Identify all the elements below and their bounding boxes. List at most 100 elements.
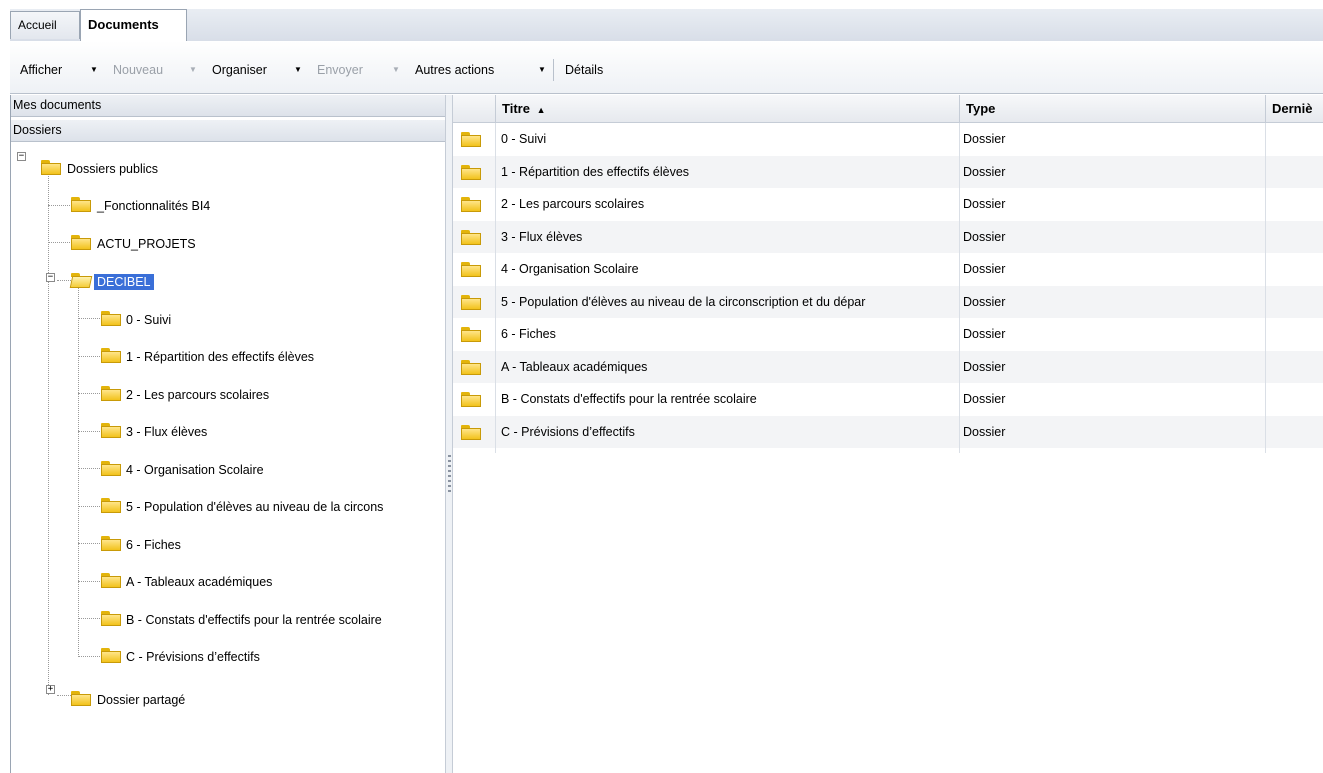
row-title[interactable]: 2 - Les parcours scolaires [501,188,957,220]
table-row[interactable]: 0 - Suivi Dossier [453,123,1323,155]
tree-item-actu-projets[interactable]: ACTU_PROJETS [94,234,199,256]
open-folder-icon [71,273,91,288]
tree-item-child[interactable]: 2 - Les parcours scolaires [123,385,272,407]
folder-icon [101,573,121,588]
folder-icon [461,262,481,277]
folder-icon [101,648,121,663]
folder-icon [101,423,121,438]
header-titre[interactable]: Titre ▲ [495,95,959,123]
folder-icon [461,294,481,310]
organiser-dropdown-icon[interactable]: ▼ [294,65,302,75]
collapse-toggle-public[interactable]: − [17,152,26,161]
table-row[interactable]: 3 - Flux élèves Dossier [453,220,1323,253]
tree-line-decibel [78,287,79,657]
folder-icon [461,132,481,147]
tab-documents[interactable]: Documents [80,9,187,41]
folder-icon [71,197,91,212]
tree-item-child[interactable]: B - Constats d'effectifs pour la rentrée… [123,610,446,632]
tree-item-dossier-partage[interactable]: Dossier partagé [94,690,188,712]
table-row[interactable]: 6 - Fiches Dossier [453,318,1323,350]
column-divider [495,123,496,453]
tree-item-decibel[interactable]: DECIBEL [94,272,154,294]
tree-line [78,431,102,432]
tree-line [78,318,102,319]
row-title[interactable]: 6 - Fiches [501,318,957,350]
afficher-dropdown-icon[interactable]: ▼ [90,65,98,75]
row-type: Dossier [963,294,1006,309]
table-row[interactable]: A - Tableaux académiques Dossier [453,350,1323,383]
row-title[interactable]: 1 - Répartition des effectifs élèves [501,156,957,188]
row-type: Dossier [963,392,1006,406]
row-title[interactable]: B - Constats d'effectifs pour la rentrée… [501,383,957,415]
list-header: Titre ▲ Type Derniè [453,95,1323,123]
row-title[interactable]: 5 - Population d'élèves au niveau de la … [501,286,957,318]
row-title[interactable]: C - Prévisions d’effectifs [501,416,957,448]
tree-line [48,242,72,243]
folder-icon [461,197,481,212]
tree-item-child[interactable]: C - Prévisions d’effectifs [123,647,263,669]
splitter-grip-icon[interactable] [448,455,451,495]
envoyer-dropdown-icon[interactable]: ▼ [392,65,400,75]
tree-item-child[interactable]: 4 - Organisation Scolaire [123,460,267,482]
tab-bar: Accueil Documents [0,0,1323,42]
tree-line [57,280,71,281]
autres-actions-dropdown-icon[interactable]: ▼ [538,65,546,75]
folder-icon [461,424,481,440]
folder-icon [461,392,481,407]
afficher-menu[interactable]: Afficher [20,63,62,77]
header-icon-column [453,95,495,123]
table-row[interactable]: 4 - Organisation Scolaire Dossier [453,253,1323,285]
tree-line [78,656,102,657]
tree-line [48,205,72,206]
header-type[interactable]: Type [959,95,1265,123]
table-row[interactable]: B - Constats d'effectifs pour la rentrée… [453,383,1323,415]
toolbar-separator [553,59,554,81]
row-title[interactable]: A - Tableaux académiques [501,351,957,383]
row-title[interactable]: 0 - Suivi [501,123,957,155]
tree-line [78,393,102,394]
tree-item-child[interactable]: 5 - Population d'élèves au niveau de la … [123,497,446,519]
row-type: Dossier [963,197,1006,211]
folder-icon [101,311,121,326]
autres-actions-menu[interactable]: Autres actions [415,63,494,77]
pane-splitter[interactable] [445,95,453,773]
nouveau-dropdown-icon[interactable]: ▼ [189,65,197,75]
row-title[interactable]: 3 - Flux élèves [501,221,957,253]
sort-asc-icon: ▲ [536,105,546,115]
header-derniere[interactable]: Derniè [1265,95,1323,123]
envoyer-menu[interactable]: Envoyer [317,63,363,77]
tree-item-fonctionnalites[interactable]: _Fonctionnalités BI4 [94,196,213,218]
details-button[interactable]: Détails [565,63,603,77]
table-row[interactable]: 2 - Les parcours scolaires Dossier [453,188,1323,220]
tree-item-child[interactable]: 0 - Suivi [123,310,174,332]
tree-line [78,543,102,544]
row-title[interactable]: 4 - Organisation Scolaire [501,253,957,285]
nouveau-menu[interactable]: Nouveau [113,63,163,77]
tree-item-child[interactable]: 3 - Flux élèves [123,422,210,444]
table-row[interactable]: 5 - Population d'élèves au niveau de la … [453,285,1323,318]
table-row[interactable]: C - Prévisions d’effectifs Dossier [453,415,1323,448]
tree-item-child[interactable]: 6 - Fiches [123,535,184,557]
folder-icon [41,160,61,175]
folder-icon [101,348,121,363]
tree-line [78,468,102,469]
tree-item-child[interactable]: A - Tableaux académiques [123,572,275,594]
tree-item-child[interactable]: 1 - Répartition des effectifs élèves [123,347,317,369]
folder-icon [101,498,121,513]
table-row[interactable]: 1 - Répartition des effectifs élèves Doss… [453,155,1323,188]
expand-toggle-shared[interactable]: + [46,685,55,694]
tree-line-root [48,167,49,695]
folder-icon [101,536,121,551]
collapse-toggle-decibel[interactable]: − [46,273,55,282]
dossiers-header[interactable]: Dossiers [11,120,446,142]
tree-line [57,695,71,696]
toolbar: Afficher ▼ Nouveau ▼ Organiser ▼ Envoyer… [10,41,1323,94]
folder-icon [461,359,481,375]
tree-item-dossiers-publics[interactable]: Dossiers publics [64,159,161,181]
folder-icon [71,691,91,706]
mes-documents-header[interactable]: Mes documents [11,95,446,117]
tree-line [78,506,102,507]
organiser-menu[interactable]: Organiser [212,63,267,77]
tab-accueil[interactable]: Accueil [10,11,80,39]
row-type: Dossier [963,164,1006,179]
